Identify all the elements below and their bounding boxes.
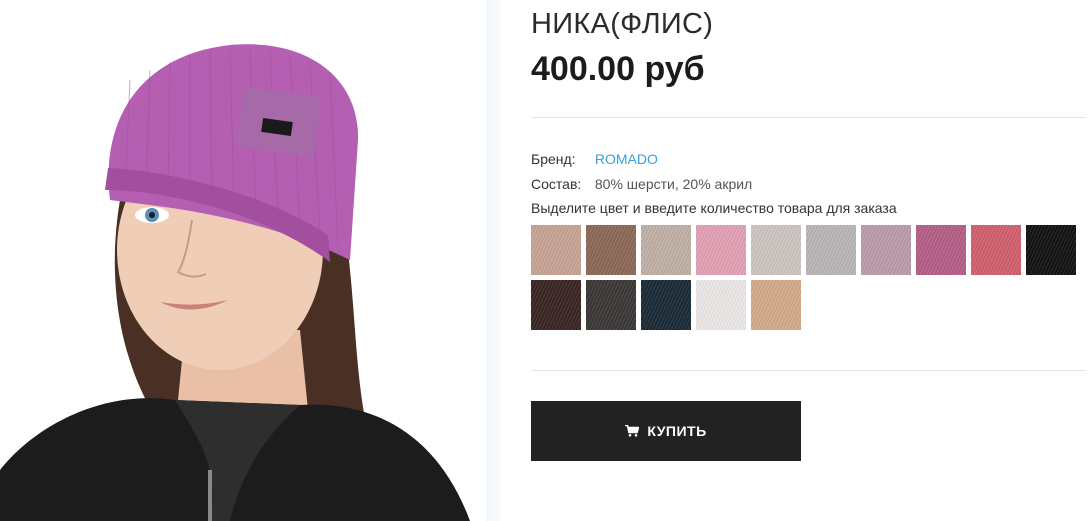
swatch-12[interactable]	[586, 280, 636, 330]
swatch-3[interactable]	[641, 225, 691, 275]
brand-link[interactable]: ROMADO	[595, 151, 658, 167]
swatch-6[interactable]	[806, 225, 856, 275]
swatch-7[interactable]	[861, 225, 911, 275]
swatch-15[interactable]	[751, 280, 801, 330]
swatch-1[interactable]	[531, 225, 581, 275]
swatch-10[interactable]	[1026, 225, 1076, 275]
composition-row: Состав: 80% шерсти, 20% акрил	[531, 176, 752, 192]
swatch-4[interactable]	[696, 225, 746, 275]
brand-row: Бренд: ROMADO	[531, 151, 658, 167]
color-selection-hint: Выделите цвет и введите количество товар…	[531, 200, 897, 216]
buy-button-label: КУПИТЬ	[647, 423, 707, 439]
divider-bottom	[531, 370, 1086, 371]
swatch-9[interactable]	[971, 225, 1021, 275]
composition-value: 80% шерсти, 20% акрил	[594, 176, 753, 192]
product-photo[interactable]	[0, 0, 486, 521]
product-info: НИКА(ФЛИС) 400.00 руб Бренд: ROMADO Сост…	[531, 0, 1086, 521]
swatch-8[interactable]	[916, 225, 966, 275]
divider-top	[531, 117, 1086, 118]
cart-icon	[625, 425, 640, 437]
brand-label: Бренд:	[531, 151, 576, 167]
composition-label: Состав:	[531, 176, 582, 192]
swatch-2[interactable]	[586, 225, 636, 275]
swatch-5[interactable]	[751, 225, 801, 275]
product-title: НИКА(ФЛИС)	[531, 8, 714, 40]
product-image	[0, 44, 470, 521]
product-page: НИКА(ФЛИС) 400.00 руб Бренд: ROMADO Сост…	[0, 0, 1092, 521]
product-price: 400.00 руб	[531, 50, 705, 88]
swatch-13[interactable]	[641, 280, 691, 330]
buy-button[interactable]: КУПИТЬ	[531, 401, 801, 461]
photo-divider	[486, 0, 500, 521]
swatch-11[interactable]	[531, 280, 581, 330]
swatch-14[interactable]	[696, 280, 746, 330]
